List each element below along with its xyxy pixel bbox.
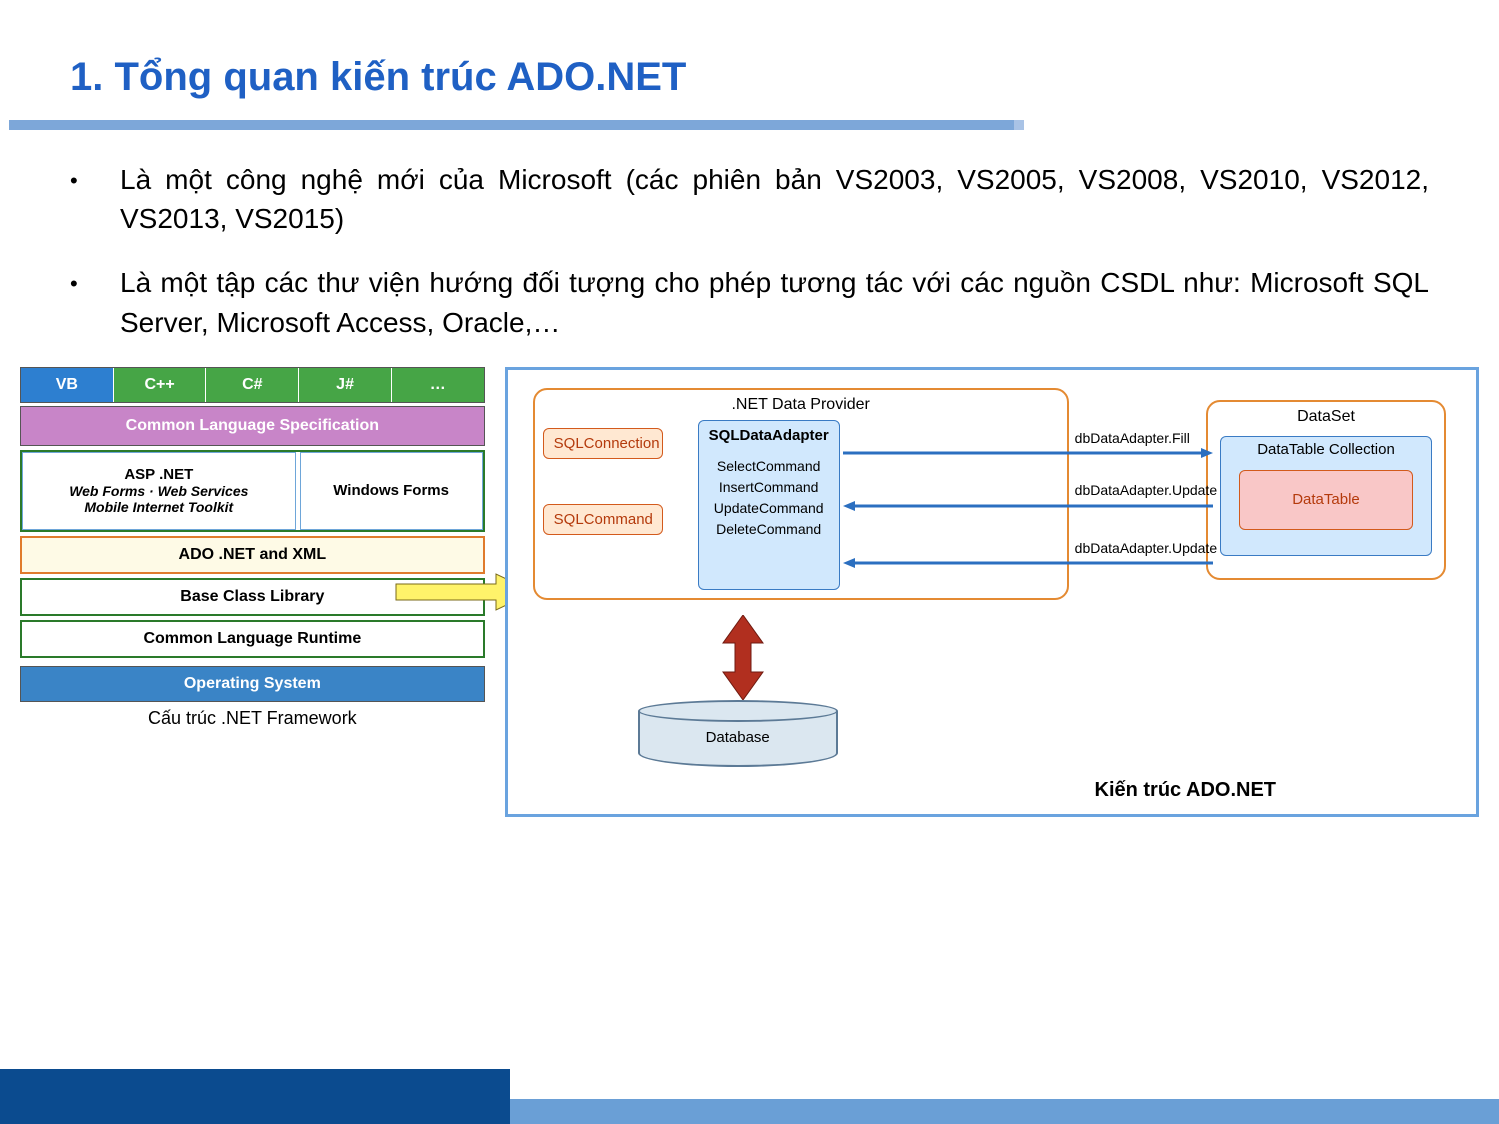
- bullet-dot-icon: •: [70, 263, 120, 341]
- update-label-2: dbDataAdapter.Update: [1075, 540, 1217, 556]
- cls-box: Common Language Specification: [20, 406, 485, 446]
- bullet-item: • Là một công nghệ mới của Microsoft (cá…: [70, 160, 1429, 238]
- bullet-item: • Là một tập các thư viện hướng đối tượn…: [70, 263, 1429, 341]
- ado-xml-box: ADO .NET and XML: [20, 536, 485, 574]
- lang-vb: VB: [21, 368, 114, 402]
- sqlconnection-box: SQLConnection: [543, 428, 663, 459]
- aspnet-sub1: Web Forms · Web Services: [23, 483, 295, 499]
- database-cylinder-icon: Database: [638, 700, 838, 770]
- slide-title: 1. Tổng quan kiến trúc ADO.NET: [0, 0, 1499, 100]
- adapter-title: SQLDataAdapter: [699, 427, 839, 444]
- adapter-selectcmd: SelectCommand: [699, 456, 839, 477]
- winforms-box: Windows Forms: [300, 452, 483, 530]
- adapter-updatecmd: UpdateCommand: [699, 498, 839, 519]
- adapter-insertcmd: InsertCommand: [699, 477, 839, 498]
- lang-more: …: [392, 368, 484, 402]
- datatable-collection-box: DataTable Collection DataTable: [1220, 436, 1432, 556]
- lang-js: J#: [299, 368, 392, 402]
- clr-box: Common Language Runtime: [20, 620, 485, 658]
- update-label-1: dbDataAdapter.Update: [1075, 482, 1217, 498]
- red-double-arrow-icon: [718, 615, 768, 705]
- lang-cs: C#: [206, 368, 299, 402]
- footer-bar-right: [510, 1099, 1499, 1124]
- aspnet-title: ASP .NET: [23, 466, 295, 483]
- aspnet-box: ASP .NET Web Forms · Web Services Mobile…: [22, 452, 296, 530]
- sqlcommand-box: SQLCommand: [543, 504, 663, 535]
- winforms-label: Windows Forms: [301, 482, 482, 499]
- adapter-deletecmd: DeleteCommand: [699, 519, 839, 540]
- bullet-dot-icon: •: [70, 160, 120, 238]
- aspnet-sub2: Mobile Internet Toolkit: [23, 499, 295, 515]
- title-underline: [9, 120, 1024, 130]
- framework-diagram: VB C++ C# J# … Common Language Specifica…: [20, 367, 485, 729]
- ado-architecture-diagram: .NET Data Provider SQLConnection SQLComm…: [505, 367, 1479, 817]
- datatable-collection-label: DataTable Collection: [1257, 441, 1395, 458]
- arrow-update2-icon: [843, 557, 1213, 569]
- language-row: VB C++ C# J# …: [20, 367, 485, 403]
- footer-bar-left: [0, 1069, 510, 1124]
- fill-label: dbDataAdapter.Fill: [1075, 430, 1190, 446]
- bullet-list: • Là một công nghệ mới của Microsoft (cá…: [0, 130, 1499, 342]
- framework-caption: Cấu trúc .NET Framework: [20, 708, 485, 729]
- ui-layer-row: ASP .NET Web Forms · Web Services Mobile…: [20, 450, 485, 532]
- arrow-update1-icon: [843, 500, 1213, 512]
- dataset-box: DataSet DataTable Collection DataTable: [1206, 400, 1446, 580]
- lang-cpp: C++: [114, 368, 207, 402]
- bullet-text: Là một công nghệ mới của Microsoft (các …: [120, 160, 1429, 238]
- provider-title: .NET Data Provider: [535, 396, 1067, 414]
- arrow-fill-icon: [843, 447, 1213, 459]
- os-box: Operating System: [20, 666, 485, 702]
- datatable-box: DataTable: [1239, 470, 1413, 530]
- sqldataadapter-box: SQLDataAdapter SelectCommand InsertComma…: [698, 420, 840, 590]
- ado-caption: Kiến trúc ADO.NET: [1095, 779, 1277, 802]
- dataset-title: DataSet: [1208, 408, 1444, 426]
- database-label: Database: [706, 729, 770, 746]
- bullet-text: Là một tập các thư viện hướng đối tượng …: [120, 263, 1429, 341]
